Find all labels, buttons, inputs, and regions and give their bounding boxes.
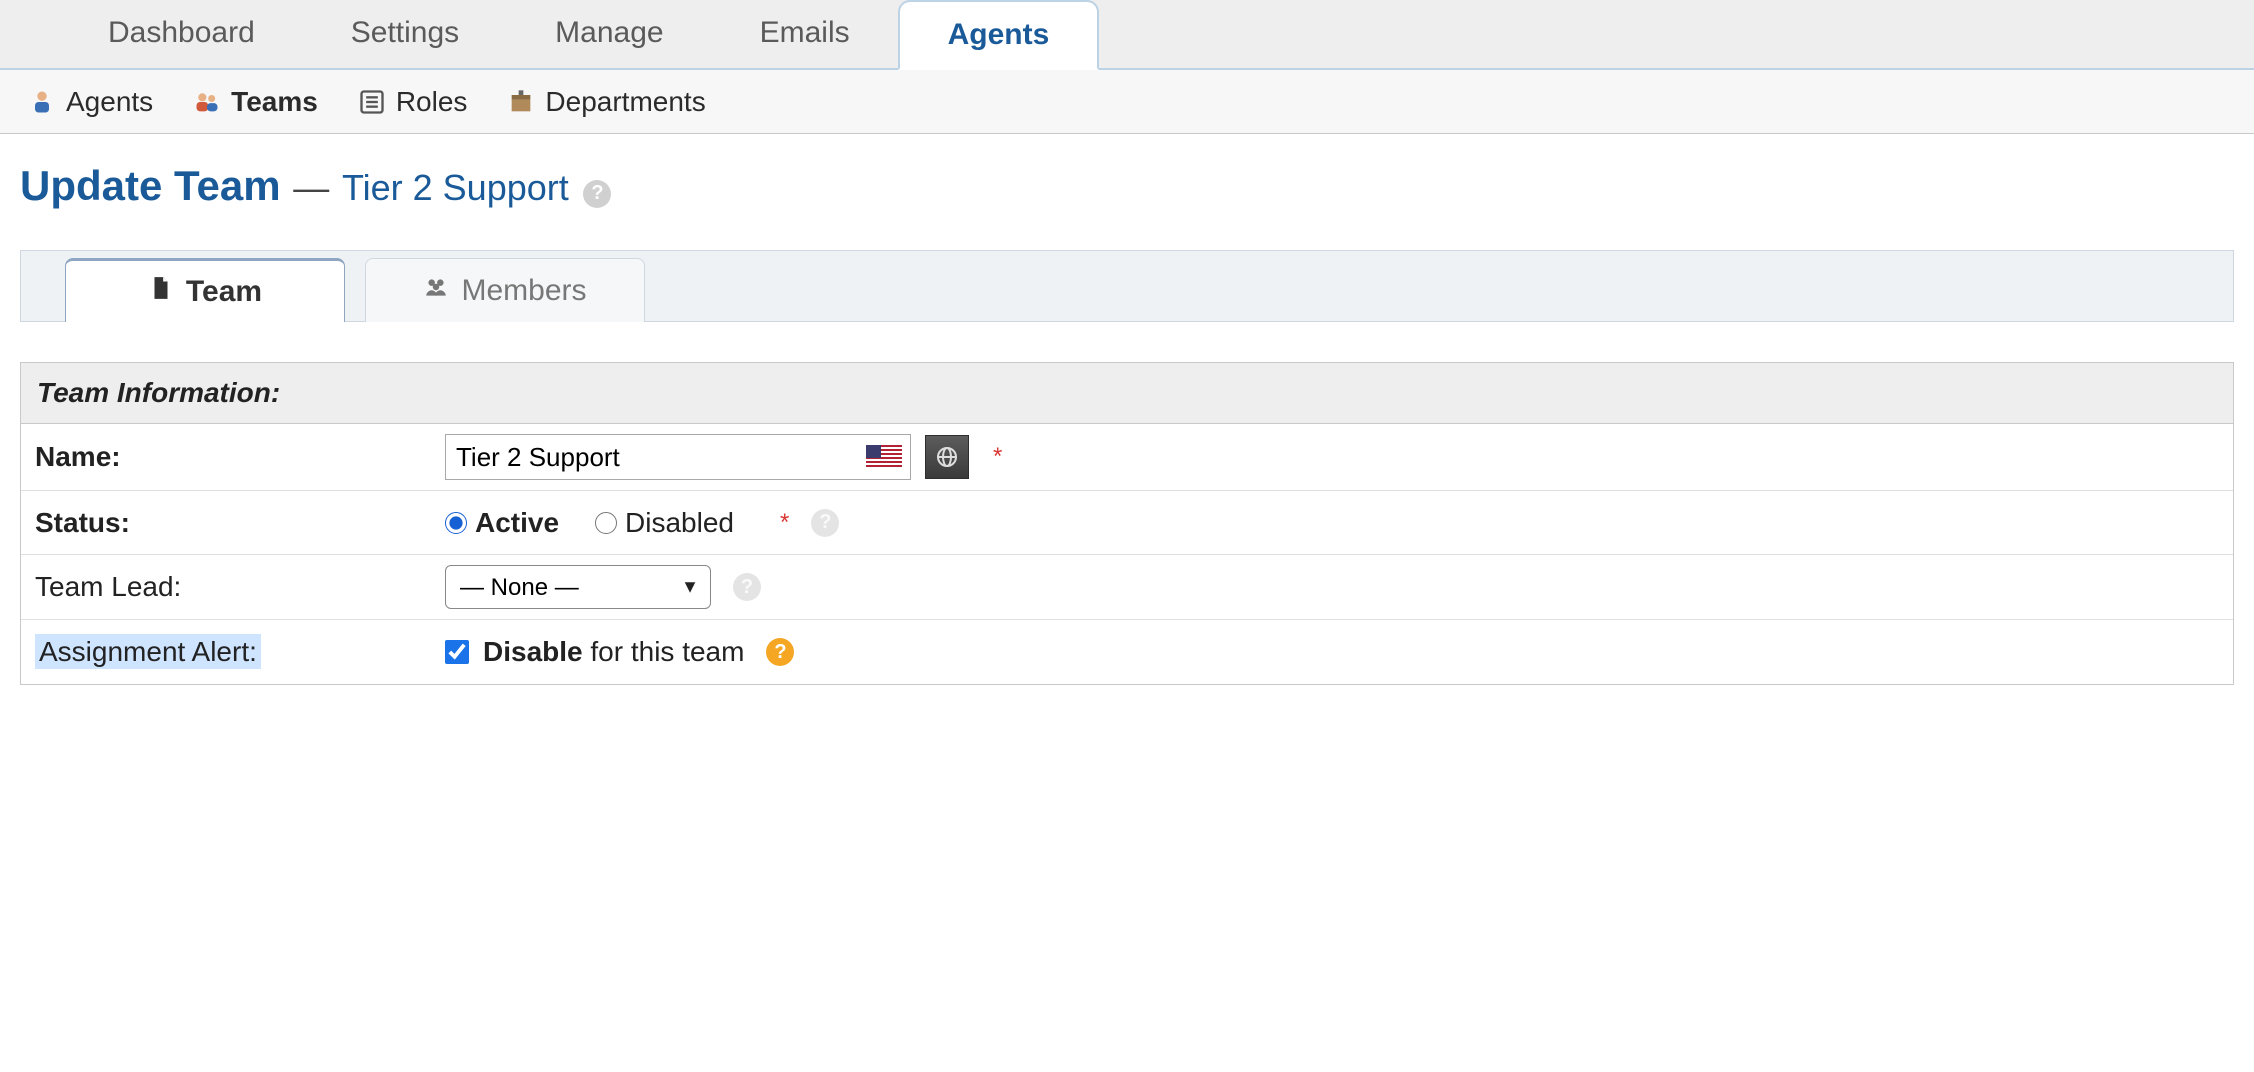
assignment-alert-text: Disable for this team <box>483 636 744 668</box>
people-icon <box>193 88 221 116</box>
help-icon[interactable]: ? <box>811 509 839 537</box>
inner-tab-members-label: Members <box>461 274 586 308</box>
assignment-alert-checkbox[interactable] <box>445 640 469 664</box>
subnav-teams-label: Teams <box>231 86 318 118</box>
tab-settings[interactable]: Settings <box>303 0 507 68</box>
help-icon[interactable]: ? <box>583 180 611 208</box>
label-assignment-alert-text: Assignment Alert: <box>35 634 261 669</box>
subnav-departments[interactable]: Departments <box>507 86 705 118</box>
radio-active-label: Active <box>475 507 559 539</box>
row-status: Status: Active Disabled * ? <box>21 491 2233 555</box>
row-assignment-alert: Assignment Alert: Disable for this team … <box>21 620 2233 684</box>
inner-tab-team[interactable]: Team <box>65 258 345 322</box>
tab-settings-label: Settings <box>351 16 459 50</box>
subnav-agents[interactable]: Agents <box>28 86 153 118</box>
inner-tabs: Team Members <box>20 250 2234 322</box>
tab-manage[interactable]: Manage <box>507 0 711 68</box>
radio-disabled-input[interactable] <box>595 512 617 534</box>
subnav-agents-label: Agents <box>66 86 153 118</box>
row-team-lead: Team Lead: — None — ▼ ? <box>21 555 2233 620</box>
tab-agents[interactable]: Agents <box>898 0 1100 70</box>
team-lead-select-wrap: — None — ▼ <box>445 565 711 609</box>
subnav-roles-label: Roles <box>396 86 468 118</box>
assignment-alert-text-bold: Disable <box>483 636 583 667</box>
file-icon <box>148 275 174 309</box>
radio-active[interactable]: Active <box>445 507 559 539</box>
list-icon <box>358 88 386 116</box>
sub-nav: Agents Teams Roles Departments <box>0 70 2254 134</box>
subnav-departments-label: Departments <box>545 86 705 118</box>
name-input[interactable] <box>446 435 866 479</box>
required-mark: * <box>993 443 1002 471</box>
radio-disabled[interactable]: Disabled <box>595 507 734 539</box>
value-assignment-alert: Disable for this team ? <box>445 636 2229 668</box>
tab-emails-label: Emails <box>760 16 850 50</box>
tab-dashboard-label: Dashboard <box>108 16 255 50</box>
subnav-teams[interactable]: Teams <box>193 86 318 118</box>
page-title-subtitle: Tier 2 Support <box>342 167 569 208</box>
row-name: Name: * <box>21 424 2233 491</box>
value-name: * <box>445 434 2229 480</box>
tab-emails[interactable]: Emails <box>712 0 898 68</box>
box-icon <box>507 88 535 116</box>
radio-active-input[interactable] <box>445 512 467 534</box>
assignment-alert-text-rest: for this team <box>583 636 745 667</box>
main-tabs: Dashboard Settings Manage Emails Agents <box>0 0 2254 70</box>
inner-tab-team-label: Team <box>186 275 262 309</box>
page-title-wrap: Update Team — Tier 2 Support ? <box>0 134 2254 250</box>
label-assignment-alert: Assignment Alert: <box>25 636 445 668</box>
help-icon[interactable]: ? <box>733 573 761 601</box>
tab-dashboard[interactable]: Dashboard <box>60 0 303 68</box>
radio-disabled-label: Disabled <box>625 507 734 539</box>
required-mark: * <box>780 509 789 537</box>
page-title-dash: — <box>293 167 329 208</box>
page-title: Update Team <box>20 162 281 209</box>
value-status: Active Disabled * ? <box>445 507 2229 539</box>
name-input-group <box>445 434 911 480</box>
group-icon <box>423 274 449 308</box>
subnav-roles[interactable]: Roles <box>358 86 468 118</box>
team-lead-select[interactable]: — None — <box>445 565 711 609</box>
label-team-lead: Team Lead: <box>25 571 445 603</box>
person-icon <box>28 88 56 116</box>
value-team-lead: — None — ▼ ? <box>445 565 2229 609</box>
label-status: Status: <box>25 507 445 539</box>
inner-tab-members[interactable]: Members <box>365 258 645 322</box>
globe-button[interactable] <box>925 435 969 479</box>
form-wrap: Team Information: Name: * Status: Active <box>20 362 2234 685</box>
flag-us-icon <box>866 445 902 469</box>
label-name: Name: <box>25 441 445 473</box>
help-icon[interactable]: ? <box>766 638 794 666</box>
section-header: Team Information: <box>21 363 2233 424</box>
tab-agents-label: Agents <box>948 18 1050 52</box>
tab-manage-label: Manage <box>555 16 663 50</box>
